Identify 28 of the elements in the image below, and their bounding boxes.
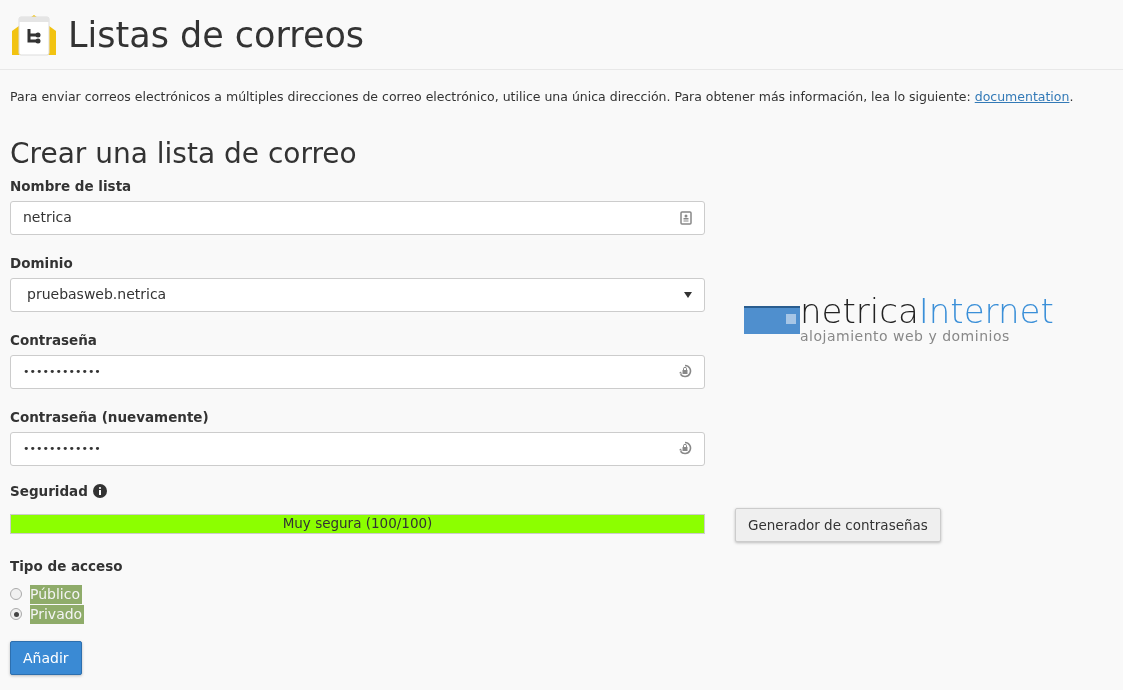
field-label: Nombre de lista: [10, 176, 133, 196]
logo-name: Internet: [918, 292, 1054, 329]
logo-tagline: alojamiento web y dominios: [800, 328, 1011, 343]
radio-button[interactable]: [10, 608, 22, 620]
domain-select[interactable]: pruebasweb.netrica: [10, 277, 705, 312]
info-icon[interactable]: [92, 483, 107, 498]
add-button[interactable]: Añadir: [10, 641, 82, 675]
contact-card-icon: [680, 210, 692, 225]
lock-refresh-icon: [678, 440, 692, 457]
password-field[interactable]: ••••••••••••: [10, 431, 705, 466]
field-label: Tipo de acceso: [10, 557, 124, 576]
field-label: Contraseña (nuevamente): [10, 407, 210, 427]
form-title: Crear una lista de correo: [10, 136, 358, 171]
lock-refresh-icon: [678, 363, 692, 380]
mailing-list-icon: [10, 13, 58, 57]
strength-reading: Muy segura (100/100): [281, 514, 434, 533]
dropdown-caret-icon: [684, 291, 692, 298]
page-title: Listas de correos: [68, 14, 365, 57]
intro-text: Para enviar correos electrónicos a múltiples direcciones de correo electrónico, utilice una única dirección. Para obtener más información, lea lo siguiente: documentation.: [9, 88, 1075, 106]
password-generator-button[interactable]: Generador de contraseñas: [735, 508, 941, 542]
logo-mark-icon: [744, 305, 800, 334]
logo-name: netrica: [800, 292, 919, 329]
field-label: Seguridad: [10, 481, 88, 501]
field-label: Dominio: [10, 253, 74, 273]
input-field[interactable]: netrica: [10, 200, 705, 235]
password-field[interactable]: ••••••••••••: [10, 354, 705, 389]
field-label: Contraseña: [10, 330, 98, 350]
radio-button[interactable]: [10, 588, 22, 600]
